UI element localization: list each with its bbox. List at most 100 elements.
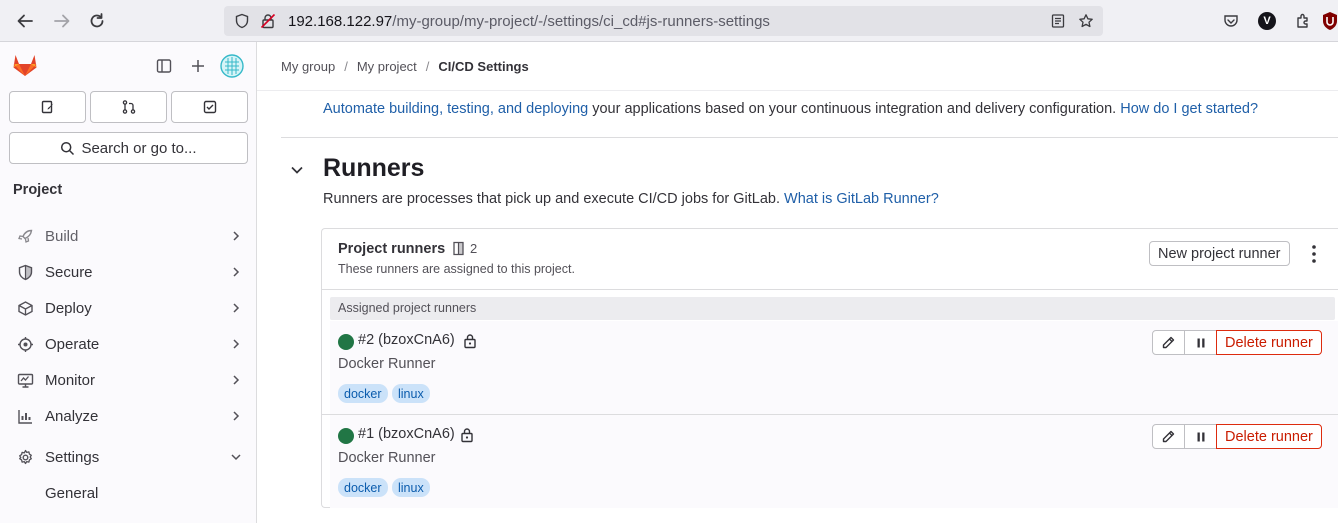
rocket-icon bbox=[16, 227, 34, 245]
header-divider bbox=[257, 90, 1338, 91]
deploy-icon bbox=[16, 299, 34, 317]
edit-runner-button[interactable] bbox=[1152, 424, 1185, 449]
chevron-right-icon bbox=[233, 231, 240, 241]
more-actions-icon[interactable] bbox=[1307, 243, 1321, 265]
merge-requests-button[interactable] bbox=[90, 91, 167, 123]
runner-count: 2 bbox=[452, 241, 477, 256]
search-button[interactable]: Search or go to... bbox=[9, 132, 248, 164]
sidebar-item-deploy[interactable]: Deploy bbox=[0, 291, 256, 325]
plus-icon[interactable] bbox=[187, 55, 209, 77]
intro-text: your applications based on your continuo… bbox=[588, 101, 1121, 117]
section-title: Runners bbox=[323, 154, 425, 182]
bookmark-star-icon[interactable] bbox=[1078, 13, 1094, 29]
extensions-icon[interactable] bbox=[1294, 12, 1312, 30]
breadcrumb-separator: / bbox=[425, 59, 430, 74]
automate-link[interactable]: Automate building, testing, and deployin… bbox=[323, 101, 588, 117]
url-text: 192.168.122.97/my-group/my-project/-/set… bbox=[288, 13, 770, 30]
project-runners-card: Project runners 2 These runners are assi… bbox=[321, 228, 1338, 508]
reload-icon[interactable] bbox=[85, 9, 109, 33]
todo-icon bbox=[203, 100, 216, 114]
issues-button[interactable] bbox=[9, 91, 86, 123]
delete-runner-button[interactable]: Delete runner bbox=[1216, 330, 1322, 355]
sidebar-item-label: Analyze bbox=[45, 407, 99, 425]
delete-runner-button[interactable]: Delete runner bbox=[1216, 424, 1322, 449]
lock-icon bbox=[461, 428, 473, 443]
site-info-icon[interactable] bbox=[234, 13, 250, 29]
forward-icon[interactable] bbox=[50, 9, 74, 33]
breadcrumb: My group / My project / CI/CD Settings bbox=[281, 59, 529, 74]
gear-icon bbox=[16, 448, 34, 466]
chevron-right-icon bbox=[233, 375, 240, 385]
pause-runner-button[interactable] bbox=[1184, 424, 1217, 449]
online-status-icon bbox=[338, 428, 354, 444]
runner-row: #1 (bzoxCnA6) Docker Runner docker linux… bbox=[330, 415, 1338, 508]
address-bar[interactable]: 192.168.122.97/my-group/my-project/-/set… bbox=[224, 6, 1103, 36]
chevron-down-icon bbox=[231, 454, 241, 461]
card-title: Project runners bbox=[338, 241, 446, 257]
chevron-right-icon bbox=[233, 411, 240, 421]
sidebar-item-label: Secure bbox=[45, 263, 93, 281]
collapse-chevron-icon[interactable] bbox=[289, 162, 305, 178]
assigned-runners-header: Assigned project runners bbox=[330, 297, 1335, 320]
runner-actions: Delete runner bbox=[1152, 330, 1322, 355]
gitlab-logo[interactable] bbox=[11, 51, 39, 79]
breadcrumb-current[interactable]: CI/CD Settings bbox=[438, 59, 528, 74]
breadcrumb-separator: / bbox=[344, 59, 348, 74]
chevron-right-icon bbox=[233, 303, 240, 313]
sidebar-item-secure[interactable]: Secure bbox=[0, 255, 256, 289]
sidebar-item-settings[interactable]: Settings bbox=[0, 440, 256, 474]
runner-actions: Delete runner bbox=[1152, 424, 1322, 449]
lock-icon bbox=[464, 334, 476, 349]
tag-badge: linux bbox=[392, 384, 430, 403]
edit-runner-button[interactable] bbox=[1152, 330, 1185, 355]
sidebar-item-monitor[interactable]: Monitor bbox=[0, 363, 256, 397]
get-started-link[interactable]: How do I get started? bbox=[1120, 101, 1258, 117]
sidebar: Search or go to... Project Build Secure … bbox=[0, 42, 257, 523]
sidebar-item-build[interactable]: Build bbox=[0, 219, 256, 253]
sidebar-item-label: Operate bbox=[45, 335, 100, 353]
sidebar-item-label: Build bbox=[45, 227, 79, 245]
reader-view-icon[interactable] bbox=[1050, 13, 1066, 29]
pencil-icon bbox=[1162, 336, 1175, 349]
sidebar-item-label: Deploy bbox=[45, 299, 92, 317]
sidebar-item-label: General bbox=[45, 484, 99, 502]
runner-description: Docker Runner bbox=[338, 450, 436, 466]
search-icon bbox=[61, 141, 75, 155]
insecure-lock-icon[interactable] bbox=[260, 13, 276, 29]
ublock-icon[interactable] bbox=[1322, 11, 1338, 31]
browser-toolbar: 192.168.122.97/my-group/my-project/-/set… bbox=[0, 0, 1338, 42]
pause-icon bbox=[1197, 338, 1204, 347]
breadcrumb-item[interactable]: My project bbox=[357, 59, 417, 74]
tag-badge: docker bbox=[338, 384, 388, 403]
runner-row: #2 (bzoxCnA6) Docker Runner docker linux… bbox=[330, 321, 1338, 414]
what-is-runner-link[interactable]: What is GitLab Runner? bbox=[784, 191, 939, 207]
runner-name[interactable]: #1 (bzoxCnA6) bbox=[358, 426, 455, 442]
pocket-icon[interactable] bbox=[1223, 13, 1239, 29]
profile-initial: V bbox=[1263, 15, 1271, 27]
sidebar-section-title: Project bbox=[13, 182, 63, 198]
sidebar-subitem-general[interactable]: General bbox=[0, 476, 256, 510]
pipelines-intro: Automate building, testing, and deployin… bbox=[323, 101, 1258, 117]
issues-icon bbox=[41, 100, 53, 114]
sidebar-item-label: Monitor bbox=[45, 371, 96, 389]
section-divider bbox=[281, 137, 1338, 138]
sidebar-item-operate[interactable]: Operate bbox=[0, 327, 256, 361]
runner-name[interactable]: #2 (bzoxCnA6) bbox=[358, 332, 455, 348]
new-project-runner-button[interactable]: New project runner bbox=[1149, 241, 1290, 266]
back-icon[interactable] bbox=[13, 9, 37, 33]
pencil-icon bbox=[1162, 430, 1175, 443]
online-status-icon bbox=[338, 334, 354, 350]
monitor-icon bbox=[16, 371, 34, 389]
sidebar-item-analyze[interactable]: Analyze bbox=[0, 399, 256, 433]
tag-badge: linux bbox=[392, 478, 430, 497]
breadcrumb-item[interactable]: My group bbox=[281, 59, 335, 74]
todo-button[interactable] bbox=[171, 91, 248, 123]
profile-avatar[interactable]: V bbox=[1258, 12, 1276, 30]
chevron-right-icon bbox=[233, 339, 240, 349]
runner-count-value: 2 bbox=[470, 241, 478, 256]
chart-icon bbox=[16, 407, 34, 425]
pause-runner-button[interactable] bbox=[1184, 330, 1217, 355]
tag-badge: docker bbox=[338, 478, 388, 497]
user-avatar[interactable] bbox=[220, 54, 244, 78]
toggle-sidebar-icon[interactable] bbox=[153, 55, 175, 77]
